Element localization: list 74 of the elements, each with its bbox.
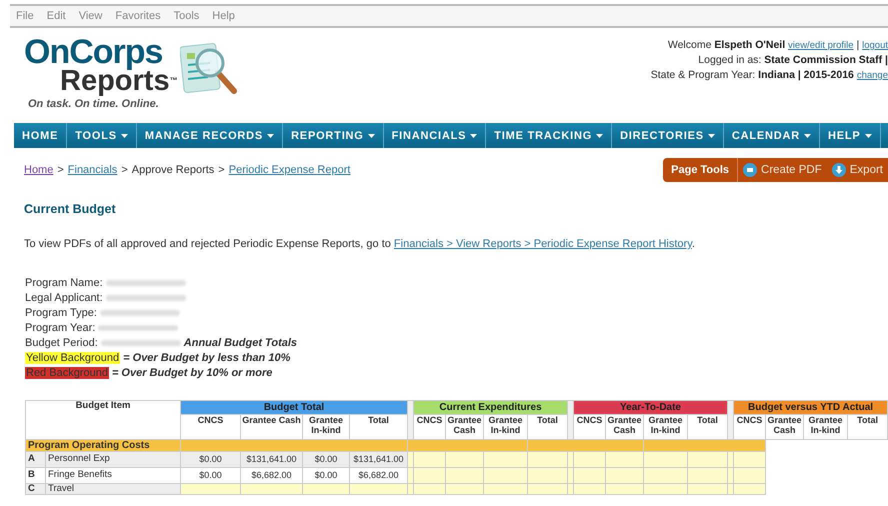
caret-icon xyxy=(267,134,274,138)
menu-item[interactable]: Favorites xyxy=(115,10,161,22)
welcome-label: Welcome xyxy=(668,39,712,51)
nav-item[interactable]: HOME xyxy=(14,123,68,148)
year-value: Indiana | 2015-2016 xyxy=(758,69,854,81)
nav-item[interactable]: TIME TRACKING xyxy=(486,123,612,148)
logo-tagline: On task. On time. Online. xyxy=(27,98,160,110)
caret-icon xyxy=(120,134,128,138)
toolbar-button[interactable]: Create PDF xyxy=(738,163,827,177)
group-header: Budget Total xyxy=(180,400,408,414)
menu-item[interactable]: View xyxy=(78,10,102,22)
row-letter: A xyxy=(26,452,46,468)
table-cell: $0.00 xyxy=(180,452,241,468)
column-header: Grantee Cash xyxy=(766,414,804,440)
breadcrumb-item: Approve Reports xyxy=(132,164,214,176)
breadcrumb-separator: > xyxy=(121,164,128,176)
caret-icon xyxy=(470,134,478,138)
printer-icon xyxy=(743,163,758,177)
menu-item[interactable]: Help xyxy=(212,10,235,22)
section-header: Program Operating Costs xyxy=(26,440,181,452)
change-link[interactable]: change xyxy=(856,70,888,81)
caret-icon xyxy=(368,134,375,138)
table-cell: $0.00 xyxy=(302,452,350,468)
breadcrumb-link[interactable]: Financials xyxy=(68,164,118,176)
nav-item[interactable]: REPORTING xyxy=(283,123,384,148)
nav-item[interactable]: MANAGE RECORDS xyxy=(136,123,284,148)
legend-text: = Over Budget by less than 10% xyxy=(123,352,290,364)
nav-item[interactable]: HELP xyxy=(820,123,881,148)
separator: | xyxy=(856,39,860,51)
download-icon xyxy=(832,163,846,177)
breadcrumb-link[interactable]: Home xyxy=(24,164,54,176)
group-header: Year-To-Date xyxy=(574,400,728,414)
year-label: State & Program Year: xyxy=(650,69,756,81)
detail-label: Program Name: xyxy=(25,277,103,289)
breadcrumb-link[interactable]: Periodic Expense Report xyxy=(228,164,350,176)
breadcrumb-separator: > xyxy=(57,164,64,176)
column-header: Grantee In-kind xyxy=(804,414,848,440)
legend-text: = Over Budget by 10% or more xyxy=(112,367,272,379)
caret-icon xyxy=(596,134,604,138)
logout-link[interactable]: logout xyxy=(862,40,888,51)
table-cell: $131,641.00 xyxy=(350,452,408,468)
column-header: Total xyxy=(848,414,888,440)
caret-icon xyxy=(804,134,811,138)
detail-label: Program Type: xyxy=(25,307,97,319)
group-header: Current Expenditures xyxy=(414,400,568,414)
caret-icon xyxy=(864,134,872,138)
user-name: Elspeth O'Neil xyxy=(714,39,786,51)
legend-swatch: Red Background xyxy=(25,367,109,379)
menu-item[interactable]: File xyxy=(16,10,34,22)
page-title: Current Budget xyxy=(24,202,117,216)
caret-icon xyxy=(708,134,715,138)
detail-label: Legal Applicant: xyxy=(25,292,103,304)
toolbar-button[interactable]: Export xyxy=(826,163,888,177)
menu-item[interactable]: Edit xyxy=(46,10,66,22)
history-link[interactable]: Financials > View Reports > Periodic Expense Report History xyxy=(394,238,692,250)
nav-item[interactable]: CALENDAR xyxy=(724,123,820,148)
role-value: State Commission Staff | xyxy=(764,54,888,66)
breadcrumb-separator: > xyxy=(218,164,225,176)
nav-item[interactable]: TOOLS xyxy=(67,123,137,148)
nav-item[interactable]: DIRECTORIES xyxy=(612,123,724,148)
menu-item[interactable]: Tools xyxy=(174,10,200,22)
page-tools-label: Page Tools xyxy=(663,158,738,182)
role-label: Logged in as: xyxy=(698,54,762,66)
profile-link[interactable]: view/edit profile xyxy=(788,40,854,51)
table-cell: $131,641.00 xyxy=(240,452,303,468)
row-letter: C xyxy=(26,484,46,495)
detail-label: Program Year: xyxy=(25,322,96,334)
detail-label: Budget Period: xyxy=(25,337,98,349)
nav-item[interactable]: FINANCIALS xyxy=(384,123,486,148)
group-header: Budget versus YTD Actual xyxy=(734,400,888,414)
budget-item: Personnel Exp xyxy=(46,452,181,468)
info-text: To view PDFs of all approved and rejected Periodic Expense Reports, go to Financials > View Reports > Periodic Expense Report History. xyxy=(24,238,696,250)
detail-value: Annual Budget Totals xyxy=(184,337,298,349)
legend-swatch: Yellow Background xyxy=(25,352,120,364)
